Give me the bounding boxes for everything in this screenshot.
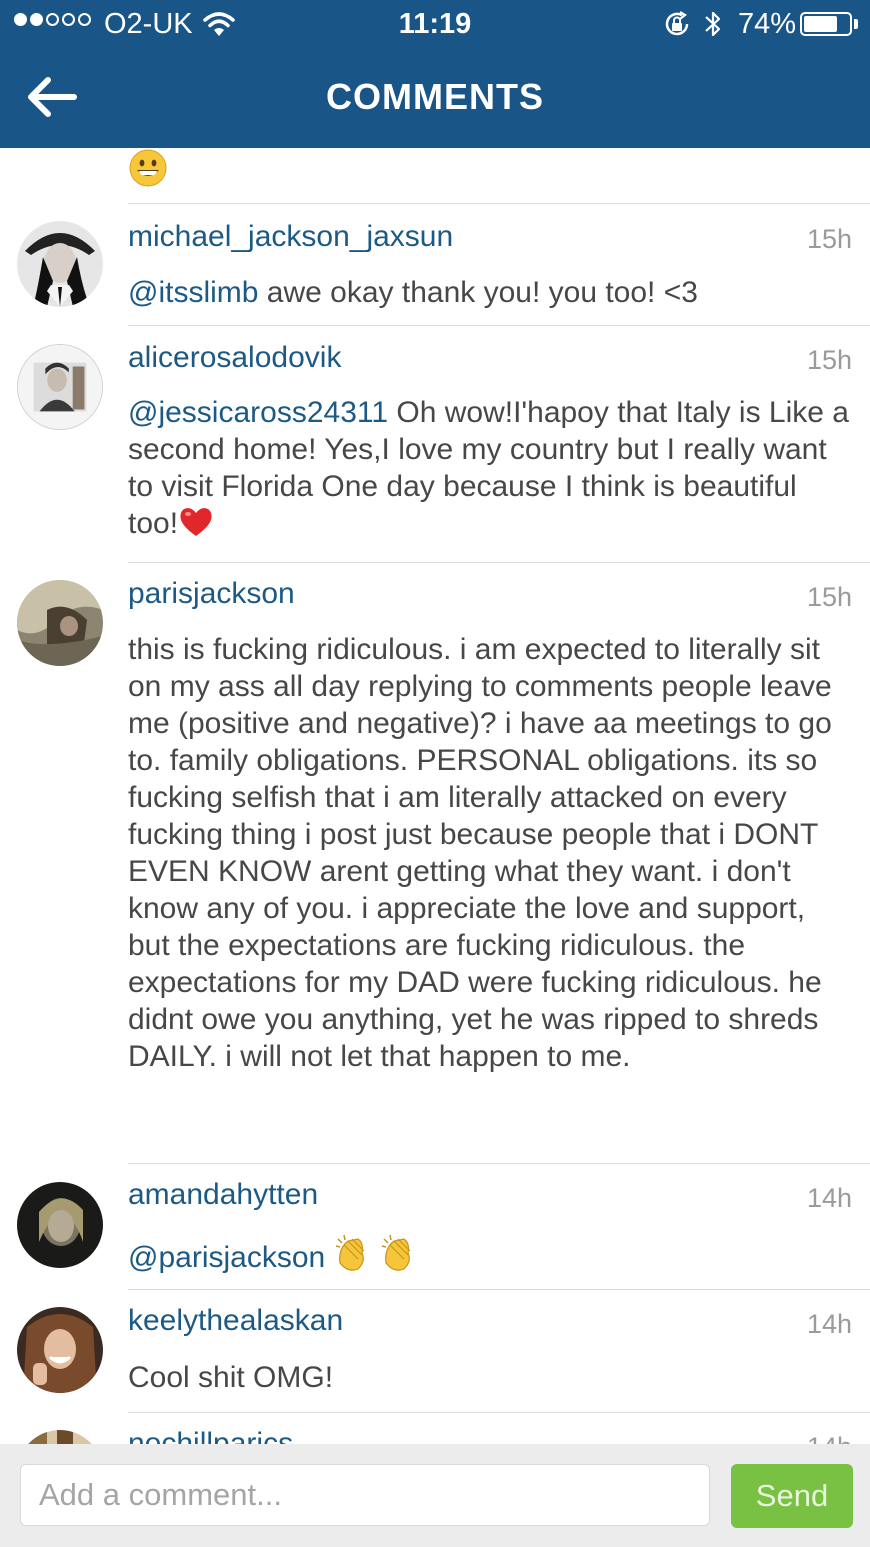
- comment-time: 14h: [806, 1183, 852, 1213]
- comment-mention[interactable]: @jessicaross24311: [128, 396, 388, 429]
- battery-tip: [854, 19, 858, 29]
- heart-emoji: [180, 508, 212, 536]
- comment-divider: [128, 562, 870, 563]
- comment-text: @parisjackson: [128, 1233, 850, 1276]
- status-bar: O2-UK 11:19 74%: [0, 0, 870, 48]
- comment-divider: [128, 1289, 870, 1290]
- comment-input[interactable]: Add a comment...: [20, 1464, 710, 1526]
- comment-username[interactable]: parisjackson: [128, 577, 295, 611]
- comment-divider: [128, 1412, 870, 1413]
- battery-percent: 74%: [738, 8, 797, 40]
- avatar[interactable]: [17, 221, 103, 307]
- comment-body: [325, 1241, 333, 1274]
- comment-divider: [128, 325, 870, 326]
- avatar[interactable]: [17, 1307, 103, 1393]
- top-bar: O2-UK 11:19 74% COMMENTS: [0, 0, 870, 148]
- comment-time: 15h: [806, 345, 852, 375]
- battery-level: [804, 16, 837, 32]
- comment-time: 15h: [806, 224, 852, 254]
- comment-divider: [128, 1163, 870, 1164]
- grinning-face-emoji: [129, 149, 167, 187]
- comment-body: Cool shit OMG!: [128, 1361, 334, 1394]
- comment-text: Cool shit OMG!: [128, 1359, 850, 1396]
- comment-text: this is fucking ridiculous. i am expecte…: [128, 631, 850, 1075]
- comment-time: 14h: [807, 1432, 852, 1444]
- avatar[interactable]: [17, 344, 103, 430]
- comment-username[interactable]: amandahytten: [128, 1178, 318, 1212]
- comment-time: 14h: [806, 1309, 852, 1339]
- comment-text: @itsslimb awe okay thank you! you too! <…: [128, 274, 850, 311]
- comment-time: 15h: [806, 582, 852, 612]
- avatar[interactable]: [17, 1430, 103, 1444]
- comment-username[interactable]: alicerosalodovik: [128, 341, 341, 375]
- comment-list[interactable]: michael_jackson_jaxsun 15h @itsslimb awe…: [0, 148, 870, 1444]
- comment-mention[interactable]: @itsslimb: [128, 276, 258, 309]
- send-button[interactable]: Send: [731, 1464, 853, 1528]
- comment-text: @jessicaross24311 Oh wow!I'hapoy that It…: [128, 394, 850, 542]
- comment-username[interactable]: keelythealaskan: [128, 1304, 343, 1338]
- avatar[interactable]: [17, 1182, 103, 1268]
- comment-mention[interactable]: @parisjackson: [128, 1241, 325, 1274]
- orientation-lock-icon: [665, 11, 689, 36]
- battery-icon: [800, 12, 852, 36]
- comment-username[interactable]: michael_jackson_jaxsun: [128, 220, 453, 254]
- bluetooth-icon: [705, 11, 721, 37]
- comment-username[interactable]: nochillparics: [128, 1427, 293, 1444]
- avatar[interactable]: [17, 580, 103, 666]
- comment-body: awe okay thank you! you too! <3: [258, 276, 698, 309]
- comment-body: this is fucking ridiculous. i am expecte…: [128, 633, 832, 1073]
- comment-input-bar: Add a comment... Send: [0, 1444, 870, 1547]
- clapping-hands-emoji: [335, 1234, 410, 1271]
- page-title: COMMENTS: [326, 76, 544, 117]
- comment-divider: [128, 203, 870, 204]
